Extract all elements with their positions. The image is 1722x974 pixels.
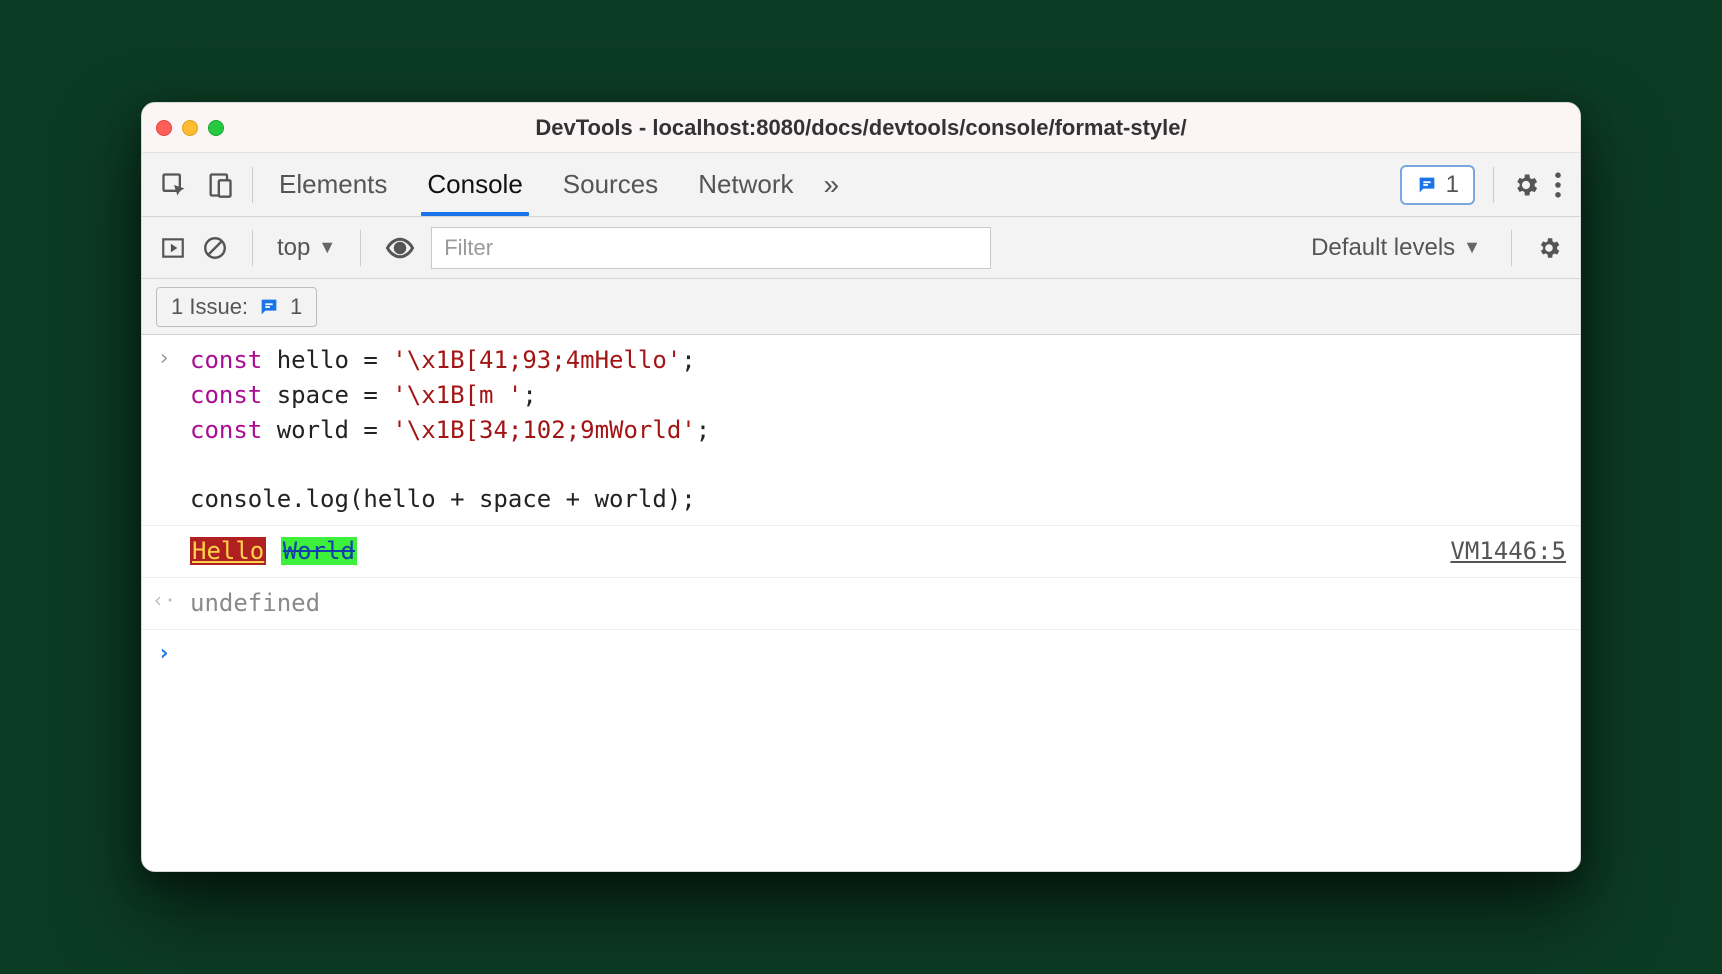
tab-sources[interactable]: Sources — [563, 153, 658, 216]
tab-network[interactable]: Network — [698, 153, 793, 216]
styled-hello: Hello — [190, 537, 266, 565]
console-prompt-row[interactable]: › — [142, 630, 1580, 678]
console-toolbar: top ▼ Default levels ▼ — [142, 217, 1580, 279]
console-body: › const hello = '\x1B[41;93;4mHello'; co… — [142, 335, 1580, 871]
tab-elements[interactable]: Elements — [279, 153, 387, 216]
chevron-right-icon: › — [150, 343, 178, 517]
app-name: DevTools — [535, 115, 632, 140]
issues-count: 1 — [1446, 171, 1459, 199]
chevron-down-icon: ▼ — [1463, 237, 1481, 258]
issues-icon — [1416, 174, 1438, 196]
title-path: localhost:8080/docs/devtools/console/for… — [652, 115, 1186, 140]
issue-label: 1 Issue: — [171, 294, 248, 320]
tabs: Elements Console Sources Network — [279, 153, 794, 216]
tabs-overflow-button[interactable]: » — [824, 169, 840, 201]
divider — [252, 230, 253, 266]
context-picker[interactable]: top ▼ — [277, 234, 336, 262]
log-levels-label: Default levels — [1311, 234, 1455, 262]
divider — [252, 167, 253, 203]
issues-row: 1 Issue: 1 — [142, 279, 1580, 335]
divider — [360, 230, 361, 266]
blank-gutter — [150, 534, 178, 569]
prompt-chevron-icon: › — [150, 638, 178, 670]
console-output-content: Hello World — [190, 534, 1438, 569]
issue-count: 1 — [290, 294, 302, 320]
styled-world: World — [281, 537, 357, 565]
return-icon: ‹· — [150, 586, 178, 621]
device-toggle-icon[interactable] — [206, 171, 234, 199]
clear-console-icon[interactable] — [202, 235, 228, 261]
divider — [1493, 167, 1494, 203]
titlebar: DevTools - localhost:8080/docs/devtools/… — [142, 103, 1580, 153]
divider — [1511, 230, 1512, 266]
log-levels-picker[interactable]: Default levels ▼ — [1311, 234, 1481, 262]
console-settings-icon[interactable] — [1536, 235, 1562, 261]
devtools-window: DevTools - localhost:8080/docs/devtools/… — [141, 102, 1581, 872]
filter-input[interactable] — [431, 227, 991, 269]
console-output-row: Hello World VM1446:5 — [142, 526, 1580, 578]
console-prompt-input[interactable] — [190, 638, 1566, 670]
context-label: top — [277, 234, 310, 262]
console-input-content[interactable]: const hello = '\x1B[41;93;4mHello'; cons… — [190, 343, 1566, 517]
select-element-icon[interactable] — [160, 171, 188, 199]
console-result-row: ‹· undefined — [142, 578, 1580, 630]
tab-console[interactable]: Console — [427, 153, 522, 216]
live-expression-icon[interactable] — [385, 233, 415, 263]
issue-box[interactable]: 1 Issue: 1 — [156, 287, 317, 327]
result-value: undefined — [190, 586, 1566, 621]
tabbar: Elements Console Sources Network » 1 — [142, 153, 1580, 217]
console-input-row: › const hello = '\x1B[41;93;4mHello'; co… — [142, 335, 1580, 526]
chevron-down-icon: ▼ — [318, 237, 336, 258]
settings-icon[interactable] — [1512, 171, 1540, 199]
toggle-drawer-icon[interactable] — [160, 235, 186, 261]
issues-summary-button[interactable]: 1 — [1400, 165, 1475, 205]
window-title: DevTools - localhost:8080/docs/devtools/… — [142, 115, 1580, 141]
more-menu-icon[interactable] — [1554, 171, 1562, 199]
issues-icon — [258, 296, 280, 318]
source-link[interactable]: VM1446:5 — [1450, 534, 1566, 569]
